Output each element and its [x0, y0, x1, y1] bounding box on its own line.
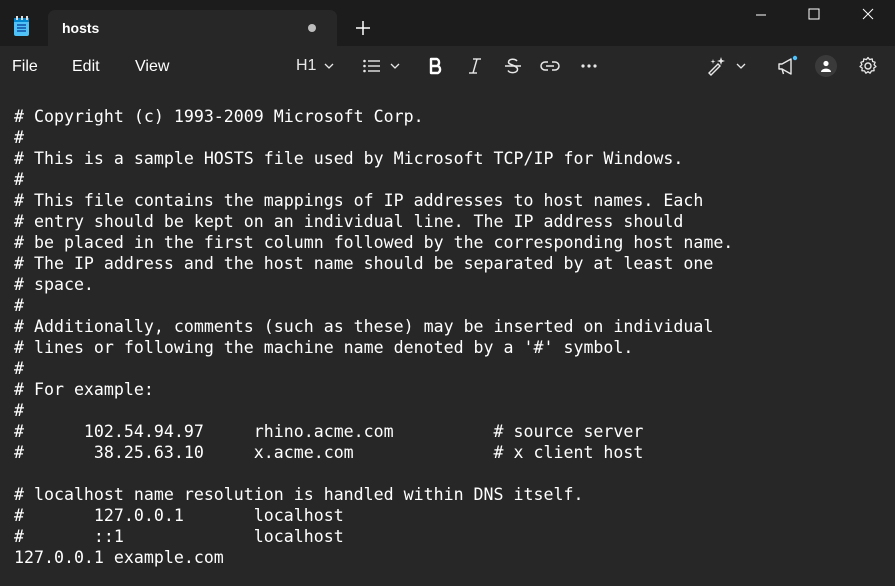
settings-button[interactable] [858, 54, 878, 78]
text-line[interactable]: # [14, 296, 24, 315]
unsaved-indicator-icon[interactable] [308, 24, 316, 32]
notepad-icon [14, 16, 29, 36]
bold-button[interactable] [428, 54, 444, 78]
text-line[interactable]: # This file contains the mappings of IP … [14, 191, 703, 210]
more-options-button[interactable] [580, 54, 598, 78]
text-line[interactable]: # Copyright (c) 1993-2009 Microsoft Corp… [14, 107, 424, 126]
text-line[interactable]: # This is a sample HOSTS file used by Mi… [14, 149, 683, 168]
minimize-icon[interactable] [736, 0, 786, 30]
text-editor[interactable]: # Copyright (c) 1993-2009 Microsoft Corp… [0, 86, 895, 586]
account-button[interactable] [815, 55, 837, 77]
tab-title: hosts [62, 20, 100, 36]
account-icon [821, 60, 831, 72]
text-line[interactable]: # For example: [14, 380, 154, 399]
announcement-icon [778, 55, 798, 75]
italic-button[interactable] [467, 54, 483, 78]
list-dropdown[interactable] [362, 54, 400, 78]
menu-edit[interactable]: Edit [72, 58, 100, 76]
copilot-icon [708, 57, 725, 76]
link-button[interactable] [540, 54, 560, 78]
text-line[interactable]: # localhost name resolution is handled w… [14, 485, 583, 504]
chevron-down-icon [324, 63, 334, 69]
menu-file[interactable]: File [12, 58, 38, 76]
text-line[interactable]: # The IP address and the host name shoul… [14, 254, 713, 273]
plus-icon[interactable] [352, 17, 374, 39]
heading-label: H1 [296, 57, 317, 74]
chevron-down-icon [390, 63, 400, 69]
settings-icon [859, 56, 877, 74]
text-line[interactable]: # Additionally, comments (such as these)… [14, 317, 713, 336]
link-icon [540, 61, 560, 71]
chevron-down-icon [736, 63, 746, 69]
strikethrough-icon [505, 58, 521, 74]
text-line[interactable]: # space. [14, 275, 94, 294]
text-line[interactable]: # entry should be kept on an individual … [14, 212, 683, 231]
tab-hosts[interactable]: hosts [48, 10, 337, 46]
text-line[interactable]: # ::1 localhost [14, 527, 344, 546]
maximize-icon[interactable] [789, 0, 839, 30]
more-icon [581, 64, 597, 68]
text-line[interactable]: # [14, 128, 24, 147]
editor-content[interactable]: # Copyright (c) 1993-2009 Microsoft Corp… [14, 106, 733, 568]
whats-new-button[interactable] [776, 54, 798, 78]
menu-view[interactable]: View [135, 58, 169, 76]
italic-icon [469, 58, 481, 74]
bold-icon [429, 57, 442, 75]
strikethrough-button[interactable] [504, 54, 522, 78]
text-line[interactable]: # 102.54.94.97 rhino.acme.com # source s… [14, 422, 643, 441]
menu-bar: File Edit View H1 [0, 46, 895, 86]
heading-dropdown[interactable]: H1 [296, 54, 334, 78]
text-line[interactable]: # [14, 170, 24, 189]
close-icon[interactable] [843, 0, 893, 30]
text-line[interactable]: # [14, 359, 24, 378]
bulleted-list-icon [363, 59, 380, 73]
text-line[interactable]: # [14, 401, 24, 420]
text-line[interactable]: # be placed in the first column followed… [14, 233, 733, 252]
title-bar: hosts [0, 0, 895, 46]
text-line[interactable]: # 127.0.0.1 localhost [14, 506, 344, 525]
text-line[interactable]: 127.0.0.1 example.com [14, 548, 224, 567]
text-line[interactable]: # lines or following the machine name de… [14, 338, 633, 357]
text-line[interactable]: # 38.25.63.10 x.acme.com # x client host [14, 443, 643, 462]
copilot-dropdown[interactable] [706, 54, 746, 78]
